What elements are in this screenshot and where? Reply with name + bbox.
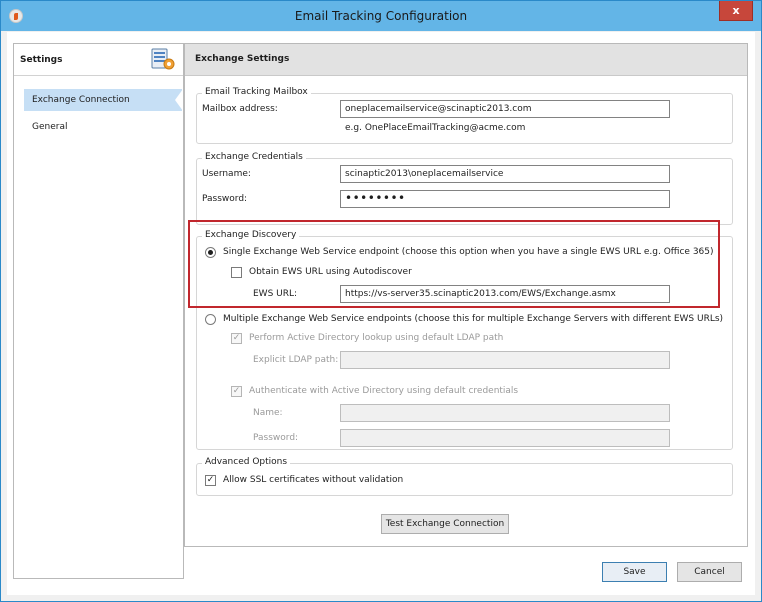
title-bar: Email Tracking Configuration x <box>1 1 761 31</box>
credentials-group-title: Exchange Credentials <box>202 152 306 162</box>
password-label: Password: <box>202 194 248 204</box>
allow-ssl-checkbox[interactable]: ✓ <box>205 475 216 486</box>
content-title: Exchange Settings <box>195 54 290 64</box>
mailbox-address-input[interactable]: oneplacemailservice@scinaptic2013.com <box>340 100 670 118</box>
allow-ssl-label[interactable]: Allow SSL certificates without validatio… <box>223 475 403 485</box>
username-label: Username: <box>202 169 251 179</box>
content-header: Exchange Settings <box>185 44 747 76</box>
ad-auth-label[interactable]: Authenticate with Active Directory using… <box>249 386 518 396</box>
ad-name-input[interactable] <box>340 404 670 422</box>
ad-auth-checkbox[interactable]: ✓ <box>231 386 242 397</box>
multiple-endpoints-label[interactable]: Multiple Exchange Web Service endpoints … <box>223 314 723 324</box>
sidebar-item-exchange-connection[interactable]: Exchange Connection <box>24 89 183 111</box>
ad-name-label: Name: <box>253 408 283 418</box>
mailbox-address-label: Mailbox address: <box>202 104 278 114</box>
discovery-highlight-box <box>188 220 720 308</box>
multiple-endpoints-radio[interactable] <box>205 314 216 325</box>
mailbox-address-example: e.g. OnePlaceEmailTracking@acme.com <box>345 123 526 133</box>
ldap-path-input[interactable] <box>340 351 670 369</box>
dialog-body: Settings Exchange Connection General Exc… <box>7 32 755 595</box>
test-connection-button[interactable]: Test Exchange Connection <box>381 514 509 534</box>
save-button[interactable]: Save <box>602 562 667 582</box>
ad-password-input[interactable] <box>340 429 670 447</box>
password-input[interactable]: •••••••• <box>340 190 670 208</box>
advanced-options-title: Advanced Options <box>202 457 291 467</box>
sidebar-item-general[interactable]: General <box>24 116 182 138</box>
settings-nav-title: Settings <box>20 55 63 65</box>
settings-nav-header: Settings <box>14 44 183 76</box>
settings-nav-pane: Settings Exchange Connection General <box>13 43 184 579</box>
close-button[interactable]: x <box>719 1 753 21</box>
window-title: Email Tracking Configuration <box>294 9 468 23</box>
settings-panel-icon <box>151 48 175 70</box>
username-input[interactable]: scinaptic2013\oneplacemailservice <box>340 165 670 183</box>
dialog-window: Email Tracking Configuration x Settings … <box>0 0 762 602</box>
ldap-path-label: Explicit LDAP path: <box>253 355 339 365</box>
ad-lookup-checkbox[interactable]: ✓ <box>231 333 242 344</box>
cancel-button[interactable]: Cancel <box>677 562 742 582</box>
ad-password-label: Password: <box>253 433 299 443</box>
mailbox-group-title: Email Tracking Mailbox <box>202 87 311 97</box>
ad-lookup-label[interactable]: Perform Active Directory lookup using de… <box>249 333 503 343</box>
